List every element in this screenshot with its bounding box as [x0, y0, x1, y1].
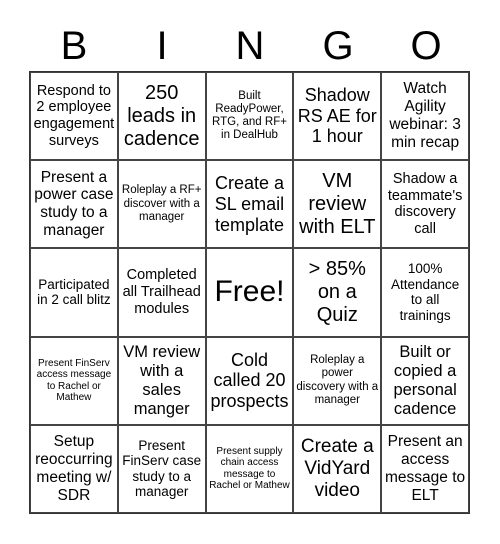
bingo-cell[interactable]: Participated in 2 call blitz: [30, 248, 118, 337]
bingo-header: B I N G O: [30, 22, 470, 70]
bingo-cell[interactable]: Create a SL email template: [205, 160, 294, 249]
bingo-cell[interactable]: 100% Attendance to all trainings: [381, 248, 469, 337]
bingo-cell[interactable]: Roleplay a RF+ discover with a manager: [117, 160, 206, 249]
bingo-cell[interactable]: Present FinServ access message to Rachel…: [30, 336, 118, 425]
bingo-card: Respond to 2 employee engagement surveys…: [29, 71, 470, 514]
bingo-cell[interactable]: Present supply chain access message to R…: [205, 424, 294, 513]
bingo-cell[interactable]: Roleplay a power discovery with a manage…: [293, 336, 382, 425]
bingo-cell[interactable]: Setup reoccurring meeting w/ SDR: [30, 424, 118, 513]
bingo-cell[interactable]: Present FinServ case study to a manager: [117, 424, 206, 513]
bingo-cell[interactable]: Shadow RS AE for 1 hour: [293, 72, 382, 161]
header-letter-n: N: [235, 24, 265, 68]
header-letter-o: O: [410, 24, 442, 68]
bingo-cell[interactable]: Built ReadyPower, RTG, and RF+ in DealHu…: [205, 72, 294, 161]
free-space[interactable]: Free!: [205, 248, 294, 337]
bingo-cell[interactable]: VM review with ELT: [293, 160, 382, 249]
bingo-cell[interactable]: Create a VidYard video: [293, 424, 382, 513]
bingo-cell[interactable]: > 85% on a Quiz: [293, 248, 382, 337]
bingo-cell[interactable]: Watch Agility webinar: 3 min recap: [381, 72, 469, 161]
bingo-cell[interactable]: Shadow a teammate's discovery call: [381, 160, 469, 249]
bingo-cell[interactable]: VM review with a sales manger: [117, 336, 206, 425]
header-letter-i: I: [156, 24, 168, 68]
bingo-cell[interactable]: Cold called 20 prospects: [205, 336, 294, 425]
header-letter-b: B: [60, 24, 88, 68]
bingo-cell[interactable]: Built or copied a personal cadence: [381, 336, 469, 425]
bingo-cell[interactable]: 250 leads in cadence: [117, 72, 206, 161]
bingo-cell[interactable]: Present a power case study to a manager: [30, 160, 118, 249]
bingo-cell[interactable]: Respond to 2 employee engagement surveys: [30, 72, 118, 161]
bingo-cell[interactable]: Present an access message to ELT: [381, 424, 469, 513]
header-letter-g: G: [322, 24, 354, 68]
bingo-cell[interactable]: Completed all Trailhead modules: [117, 248, 206, 337]
